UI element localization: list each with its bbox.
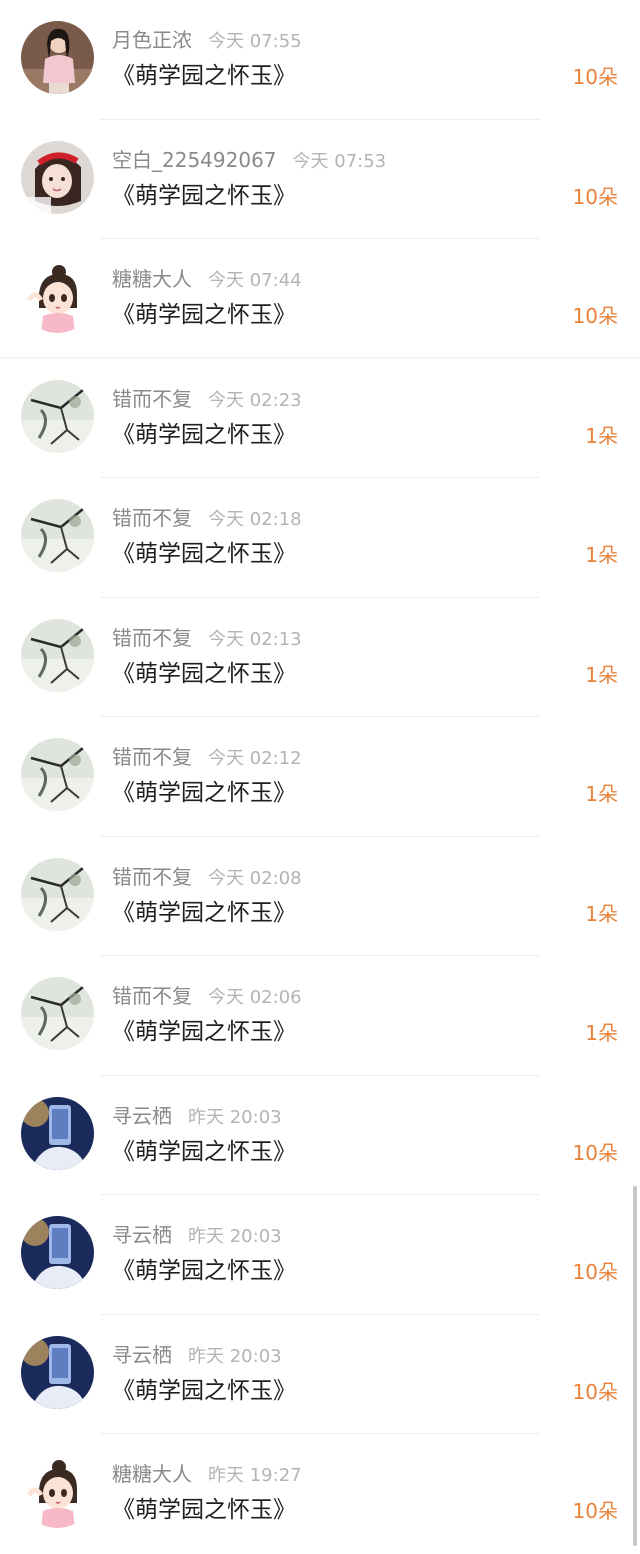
girl-photo-avatar[interactable] xyxy=(21,21,94,94)
blue-photo-avatar[interactable] xyxy=(21,1335,94,1409)
list-item[interactable]: 错而不复 今天 02:18 《萌学园之怀玉》 1朵 xyxy=(0,478,640,598)
timestamp: 今天 02:08 xyxy=(208,867,302,889)
username[interactable]: 寻云栖 xyxy=(112,1343,172,1367)
gift-count: 1朵 xyxy=(585,1021,618,1045)
list-item[interactable]: 寻云栖 昨天 20:03 《萌学园之怀玉》 10朵 xyxy=(0,1076,640,1195)
book-title[interactable]: 《萌学园之怀玉》 xyxy=(112,778,296,808)
list-item[interactable]: 寻云栖 昨天 20:03 《萌学园之怀玉》 10朵 xyxy=(0,1315,640,1434)
username[interactable]: 糖糖大人 xyxy=(112,1462,192,1486)
username[interactable]: 错而不复 xyxy=(112,626,192,650)
ink-painting-avatar[interactable] xyxy=(21,738,94,811)
username[interactable]: 月色正浓 xyxy=(112,28,192,52)
book-title[interactable]: 《萌学园之怀玉》 xyxy=(112,659,296,689)
list-item[interactable]: 糖糖大人 昨天 19:27 《萌学园之怀玉》 10朵 xyxy=(0,1434,640,1554)
gift-count: 10朵 xyxy=(572,1140,618,1165)
ink-painting-avatar[interactable] xyxy=(21,977,94,1050)
book-title[interactable]: 《萌学园之怀玉》 xyxy=(112,61,296,91)
username[interactable]: 错而不复 xyxy=(112,387,192,411)
blue-photo-avatar[interactable] xyxy=(21,1216,94,1289)
list-item[interactable]: 错而不复 今天 02:08 《萌学园之怀玉》 1朵 xyxy=(0,837,640,956)
list-item[interactable]: 空白_225492067 今天 07:53 《萌学园之怀玉》 10朵 xyxy=(0,120,640,239)
list-item[interactable]: 错而不复 今天 02:06 《萌学园之怀玉》 1朵 xyxy=(0,956,640,1076)
username[interactable]: 空白_225492067 xyxy=(112,148,277,172)
gift-count: 10朵 xyxy=(572,304,618,328)
username[interactable]: 寻云栖 xyxy=(112,1223,172,1247)
timestamp: 昨天 20:03 xyxy=(188,1345,282,1367)
list-item[interactable]: 寻云栖 昨天 20:03 《萌学园之怀玉》 10朵 xyxy=(0,1195,640,1315)
gift-count: 10朵 xyxy=(572,65,618,89)
gift-count: 1朵 xyxy=(585,782,618,806)
timestamp: 今天 02:06 xyxy=(208,987,302,1008)
scrollbar[interactable] xyxy=(633,1186,637,1546)
username[interactable]: 糖糖大人 xyxy=(112,267,192,291)
gift-count: 1朵 xyxy=(585,901,618,926)
timestamp: 今天 07:53 xyxy=(292,150,387,172)
book-title[interactable]: 《萌学园之怀玉》 xyxy=(112,1376,296,1406)
username[interactable]: 寻云栖 xyxy=(112,1104,172,1128)
timestamp: 今天 02:18 xyxy=(208,509,302,530)
book-title[interactable]: 《萌学园之怀玉》 xyxy=(112,539,296,569)
book-title[interactable]: 《萌学园之怀玉》 xyxy=(112,181,296,211)
gift-count: 10朵 xyxy=(572,184,618,209)
list-item[interactable]: 月色正浓 今天 07:55 《萌学园之怀玉》 10朵 xyxy=(0,0,640,120)
book-title[interactable]: 《萌学园之怀玉》 xyxy=(112,1017,296,1047)
book-title[interactable]: 《萌学园之怀玉》 xyxy=(112,1137,296,1167)
ink-painting-avatar[interactable] xyxy=(21,499,94,572)
list-item[interactable]: 错而不复 今天 02:13 《萌学园之怀玉》 1朵 xyxy=(0,598,640,717)
ink-painting-avatar[interactable] xyxy=(21,618,94,692)
gift-count: 1朵 xyxy=(585,543,618,567)
timestamp: 昨天 20:03 xyxy=(188,1106,282,1128)
timestamp: 今天 02:13 xyxy=(208,628,302,650)
book-title[interactable]: 《萌学园之怀玉》 xyxy=(112,420,296,450)
cartoon-girl-avatar[interactable] xyxy=(21,1455,94,1528)
gift-count: 10朵 xyxy=(572,1379,618,1404)
gift-count: 10朵 xyxy=(572,1499,618,1523)
timestamp: 今天 02:12 xyxy=(208,748,302,769)
gift-count: 10朵 xyxy=(572,1260,618,1284)
username[interactable]: 错而不复 xyxy=(112,984,192,1008)
cartoon-girl-avatar[interactable] xyxy=(21,260,94,333)
red-headband-avatar[interactable] xyxy=(21,140,94,214)
timestamp: 昨天 20:03 xyxy=(188,1226,282,1247)
username[interactable]: 错而不复 xyxy=(112,865,192,889)
username[interactable]: 错而不复 xyxy=(112,506,192,530)
gift-count: 1朵 xyxy=(585,423,618,448)
username[interactable]: 错而不复 xyxy=(112,745,192,769)
list-item[interactable]: 错而不复 今天 02:23 《萌学园之怀玉》 1朵 xyxy=(0,359,640,478)
timestamp: 今天 07:55 xyxy=(208,31,302,52)
timestamp: 今天 07:44 xyxy=(208,270,302,291)
ink-painting-avatar[interactable] xyxy=(21,379,94,453)
list-item[interactable]: 糖糖大人 今天 07:44 《萌学园之怀玉》 10朵 xyxy=(0,239,640,359)
timestamp: 今天 02:23 xyxy=(208,389,302,411)
list-item[interactable]: 错而不复 今天 02:12 《萌学园之怀玉》 1朵 xyxy=(0,717,640,837)
ink-painting-avatar[interactable] xyxy=(21,857,94,931)
book-title[interactable]: 《萌学园之怀玉》 xyxy=(112,898,296,928)
blue-photo-avatar[interactable] xyxy=(21,1096,94,1170)
book-title[interactable]: 《萌学园之怀玉》 xyxy=(112,1256,296,1286)
book-title[interactable]: 《萌学园之怀玉》 xyxy=(112,300,296,330)
timestamp: 昨天 19:27 xyxy=(208,1465,302,1486)
gift-count: 1朵 xyxy=(585,662,618,687)
gift-record-list: 月色正浓 今天 07:55 《萌学园之怀玉》 10朵 空白_225492067 今天… xyxy=(0,0,640,1554)
book-title[interactable]: 《萌学园之怀玉》 xyxy=(112,1495,296,1525)
